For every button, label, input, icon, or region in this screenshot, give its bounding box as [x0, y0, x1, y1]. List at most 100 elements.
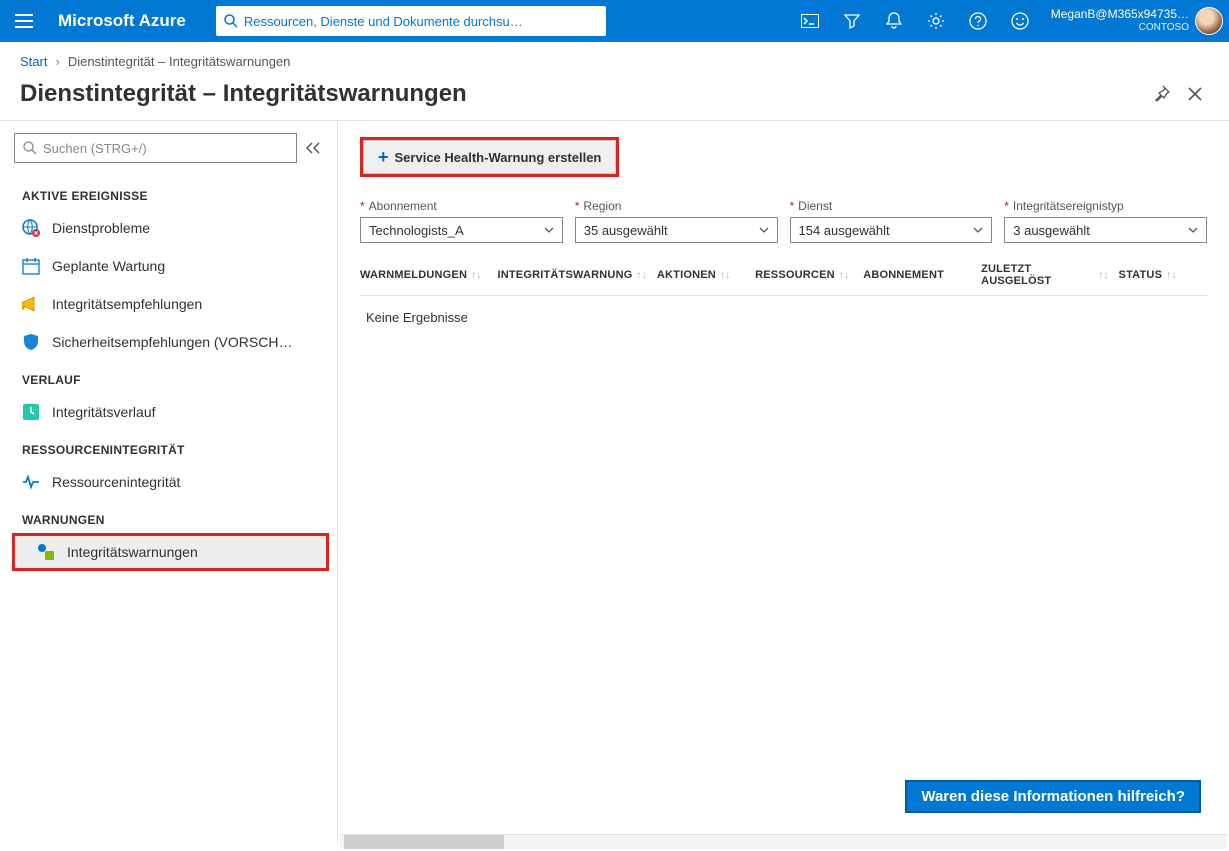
sidebar-item-health-advisories[interactable]: Integritätsempfehlungen — [0, 285, 337, 323]
horizontal-scrollbar[interactable] — [340, 834, 1227, 849]
feedback-button[interactable] — [999, 0, 1041, 42]
col-last-fired[interactable]: ZULETZT AUSGELÖST↑↓ — [981, 263, 1118, 287]
sidebar-item-service-issues[interactable]: Dienstprobleme — [0, 209, 337, 247]
notifications-button[interactable] — [873, 0, 915, 42]
filter-icon — [844, 13, 860, 29]
scrollbar-thumb[interactable] — [344, 835, 504, 849]
region-value: 35 ausgewählt — [584, 223, 668, 238]
plus-icon: + — [378, 147, 389, 168]
region-select[interactable]: 35 ausgewählt — [575, 217, 778, 243]
filter-region: *Region 35 ausgewählt — [575, 199, 778, 243]
cloud-shell-button[interactable] — [789, 0, 831, 42]
subscription-value: Technologists_A — [369, 223, 464, 238]
pin-icon — [1152, 85, 1170, 103]
hamburger-icon — [15, 14, 33, 28]
top-bar: Microsoft Azure Ressourcen, Dienste und … — [0, 0, 1229, 42]
filter-label: Dienst — [798, 199, 832, 213]
sidebar-item-planned-maintenance[interactable]: Geplante Wartung — [0, 247, 337, 285]
tenant-label: CONTOSO — [1051, 22, 1189, 34]
directory-filter-button[interactable] — [831, 0, 873, 42]
heartbeat-icon — [22, 473, 40, 491]
sidebar-item-health-history[interactable]: Integritätsverlauf — [0, 393, 337, 431]
event-type-value: 3 ausgewählt — [1013, 223, 1090, 238]
breadcrumb: Start › Dienstintegrität – Integritätswa… — [0, 42, 1229, 80]
chevron-double-left-icon — [306, 142, 320, 154]
service-select[interactable]: 154 ausgewählt — [790, 217, 993, 243]
close-button[interactable] — [1181, 80, 1209, 108]
col-health-alert[interactable]: INTEGRITÄTSWARNUNG↑↓ — [497, 263, 656, 287]
col-status[interactable]: STATUS↑↓ — [1119, 263, 1207, 287]
sidebar-heading-alerts: WARNUNGEN — [0, 501, 337, 533]
service-value: 154 ausgewählt — [799, 223, 890, 238]
main-content: + Service Health-Warnung erstellen *Abon… — [338, 121, 1229, 843]
bell-icon — [886, 12, 902, 30]
col-actions[interactable]: AKTIONEN↑↓ — [657, 263, 755, 287]
sidebar-item-resource-health[interactable]: Ressourcenintegrität — [0, 463, 337, 501]
sidebar-item-label: Integritätsverlauf — [52, 404, 156, 420]
sidebar-search[interactable]: Suchen (STRG+/) — [14, 133, 297, 163]
megaphone-icon — [22, 295, 40, 313]
sort-icon: ↑↓ — [839, 270, 849, 281]
alert-bell-icon — [37, 543, 55, 561]
cloud-shell-icon — [801, 14, 819, 28]
pin-button[interactable] — [1147, 80, 1175, 108]
feedback-prompt[interactable]: Waren diese Informationen hilfreich? — [905, 780, 1201, 813]
sidebar-item-label: Dienstprobleme — [52, 220, 150, 236]
chevron-down-icon — [973, 227, 983, 233]
avatar — [1195, 7, 1223, 35]
brand-label[interactable]: Microsoft Azure — [48, 11, 216, 31]
sidebar-item-health-alerts[interactable]: Integritätswarnungen — [12, 533, 329, 571]
sidebar-search-placeholder: Suchen (STRG+/) — [43, 141, 147, 156]
search-icon — [23, 141, 37, 155]
sidebar-item-label: Integritätsempfehlungen — [52, 296, 202, 312]
filter-event-type: *Integritätsereignistyp 3 ausgewählt — [1004, 199, 1207, 243]
chevron-down-icon — [544, 227, 554, 233]
event-type-select[interactable]: 3 ausgewählt — [1004, 217, 1207, 243]
filter-label: Region — [583, 199, 621, 213]
filters-row: *Abonnement Technologists_A *Region 35 a… — [360, 199, 1207, 243]
global-search-placeholder: Ressourcen, Dienste und Dokumente durchs… — [244, 14, 523, 29]
collapse-sidebar-button[interactable] — [303, 138, 323, 158]
chevron-down-icon — [1188, 227, 1198, 233]
chevron-down-icon — [759, 227, 769, 233]
page-header: Dienstintegrität – Integritätswarnungen — [0, 80, 1229, 120]
sort-icon: ↑↓ — [720, 270, 730, 281]
help-icon — [969, 12, 987, 30]
calendar-icon — [22, 257, 40, 275]
sidebar: Suchen (STRG+/) AKTIVE EREIGNISSE Dienst… — [0, 121, 338, 843]
chevron-right-icon: › — [55, 54, 59, 69]
settings-button[interactable] — [915, 0, 957, 42]
sidebar-item-label: Geplante Wartung — [52, 258, 165, 274]
filter-subscription: *Abonnement Technologists_A — [360, 199, 563, 243]
help-button[interactable] — [957, 0, 999, 42]
smiley-icon — [1011, 12, 1029, 30]
breadcrumb-current: Dienstintegrität – Integritätswarnungen — [68, 54, 291, 69]
create-alert-button[interactable]: + Service Health-Warnung erstellen — [363, 140, 616, 174]
subscription-select[interactable]: Technologists_A — [360, 217, 563, 243]
user-email: MeganB@M365x94735… — [1051, 8, 1189, 22]
topbar-actions: MeganB@M365x94735… CONTOSO — [789, 0, 1229, 42]
history-icon — [22, 403, 40, 421]
global-search[interactable]: Ressourcen, Dienste und Dokumente durchs… — [216, 6, 606, 36]
sidebar-heading-active: AKTIVE EREIGNISSE — [0, 177, 337, 209]
sidebar-heading-resource: RESSOURCENINTEGRITÄT — [0, 431, 337, 463]
sidebar-heading-history: VERLAUF — [0, 361, 337, 393]
sidebar-item-security-advisories[interactable]: Sicherheitsempfehlungen (VORSCH… — [0, 323, 337, 361]
search-icon — [224, 14, 238, 28]
col-resources[interactable]: RESSOURCEN↑↓ — [755, 263, 863, 287]
sort-icon: ↑↓ — [471, 270, 481, 281]
sort-icon: ↑↓ — [1166, 270, 1176, 281]
col-subscription[interactable]: ABONNEMENT — [863, 263, 981, 287]
create-alert-label: Service Health-Warnung erstellen — [395, 150, 602, 165]
globe-error-icon — [22, 219, 40, 237]
content-layout: Suchen (STRG+/) AKTIVE EREIGNISSE Dienst… — [0, 120, 1229, 843]
filter-service: *Dienst 154 ausgewählt — [790, 199, 993, 243]
gear-icon — [927, 12, 945, 30]
table-header: WARNMELDUNGEN↑↓ INTEGRITÄTSWARNUNG↑↓ AKT… — [360, 251, 1207, 296]
menu-button[interactable] — [0, 0, 48, 42]
breadcrumb-root[interactable]: Start — [20, 54, 47, 69]
sort-icon: ↑↓ — [1098, 270, 1108, 281]
sidebar-item-label: Integritätswarnungen — [67, 544, 198, 560]
account-button[interactable]: MeganB@M365x94735… CONTOSO — [1041, 0, 1229, 42]
col-alerts[interactable]: WARNMELDUNGEN↑↓ — [360, 263, 497, 287]
